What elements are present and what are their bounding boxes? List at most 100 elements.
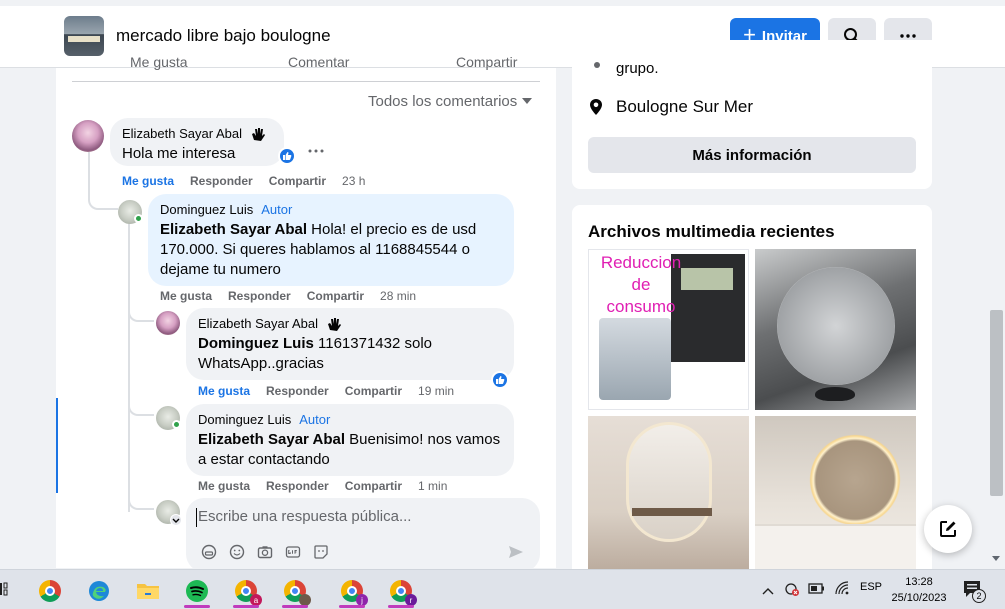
profile-switch-button[interactable] [170, 514, 182, 526]
like-reaction-badge[interactable] [278, 147, 296, 165]
comment-options-button[interactable] [308, 140, 324, 158]
avatar[interactable] [72, 120, 104, 152]
taskbar-chrome-profile-r[interactable]: r [386, 576, 417, 606]
camera-button[interactable] [256, 543, 274, 561]
like-reaction-badge[interactable] [491, 371, 509, 389]
taskbar-file-explorer[interactable] [133, 576, 163, 606]
comment-sort-dropdown[interactable]: Todos los comentarios [368, 93, 533, 110]
comment-time[interactable]: 23 h [342, 174, 365, 188]
reply-composer[interactable]: Escribe una respuesta pública... [186, 498, 540, 572]
comment-bubble: Elizabeth Sayar Abal Hola me interesa [110, 118, 284, 166]
more-dots-icon [900, 34, 916, 38]
bullet-dot [594, 62, 600, 68]
show-hidden-icons-button[interactable] [762, 582, 774, 600]
comment-author[interactable]: Elizabeth Sayar Abal [122, 126, 242, 142]
post-actions-row: Me gusta Comentar Compartir [72, 54, 540, 82]
thumbs-up-icon [283, 152, 292, 160]
reply-link[interactable]: Responder [266, 479, 329, 493]
battery-tray[interactable] [808, 581, 826, 600]
gif-icon [285, 546, 301, 558]
taskbar-edge[interactable] [84, 576, 114, 606]
share-link[interactable]: Compartir [307, 289, 364, 303]
chevron-up-icon [762, 588, 774, 595]
thread-connector [128, 300, 154, 322]
location-pin-icon [590, 99, 602, 115]
comment-text: Elizabeth Sayar Abal Hola! el precio es … [160, 220, 502, 280]
reply-link[interactable]: Responder [190, 174, 253, 188]
avatar-sticker-icon [201, 544, 217, 560]
comment-author[interactable]: Dominguez Luis [160, 202, 253, 218]
input-language[interactable]: ESP [860, 581, 882, 593]
comment-bubble: Dominguez Luis Autor Elizabeth Sayar Aba… [148, 194, 514, 286]
avatar[interactable] [156, 311, 180, 335]
share-link[interactable]: Compartir [345, 384, 402, 398]
comment-author-row: Dominguez Luis Autor [160, 202, 502, 218]
network-warning-tray[interactable] [784, 581, 800, 602]
recent-media-title[interactable]: Archivos multimedia recientes [588, 222, 835, 242]
media-tile[interactable] [755, 416, 916, 577]
media-tile[interactable]: Reduccion de consumo [588, 249, 749, 410]
scrollbar-thumb[interactable] [990, 310, 1003, 496]
media-tile[interactable] [755, 249, 916, 410]
active-app-indicator [339, 605, 365, 608]
media-tile-caption: Reduccion de consumo [600, 253, 682, 316]
comment-text: Elizabeth Sayar Abal Buenisimo! nos vamo… [198, 430, 502, 470]
taskbar-chrome[interactable] [35, 576, 65, 606]
thread-connector [88, 180, 118, 210]
group-name[interactable]: mercado libre bajo boulogne [116, 26, 331, 46]
arched-mirror-image [626, 422, 712, 542]
sticker-button[interactable] [312, 543, 330, 561]
like-link[interactable]: Me gusta [198, 384, 250, 398]
group-thumbnail[interactable] [64, 16, 104, 56]
like-link[interactable]: Me gusta [198, 479, 250, 493]
send-button[interactable] [508, 544, 524, 565]
active-app-indicator [233, 605, 259, 608]
media-tile[interactable] [588, 416, 749, 577]
page-scrollbar[interactable] [988, 68, 1005, 568]
author-tag: Autor [261, 202, 293, 217]
mention-link[interactable]: Elizabeth Sayar Abal [198, 431, 345, 448]
comment-text: Hola me interesa [122, 145, 236, 162]
wifi-tray[interactable] [834, 580, 850, 601]
scroll-down-arrow-icon[interactable] [992, 556, 1000, 561]
mention-link[interactable]: Dominguez Luis [198, 335, 314, 352]
share-link[interactable]: Compartir [269, 174, 326, 188]
taskbar-chrome-profile-j[interactable]: j [337, 576, 368, 606]
reply-input[interactable]: Escribe una respuesta pública... [198, 508, 411, 525]
taskbar-chrome-profile-photo[interactable] [280, 576, 311, 606]
notification-center-button[interactable]: 2 [962, 579, 986, 604]
taskbar-spotify[interactable] [182, 576, 212, 606]
top-strip [0, 0, 1005, 6]
comment-time[interactable]: 28 min [380, 289, 416, 303]
emoji-button[interactable] [228, 543, 246, 561]
share-link[interactable]: Compartir [345, 479, 402, 493]
reply-link[interactable]: Responder [266, 384, 329, 398]
avatar-sticker-button[interactable] [200, 543, 218, 561]
gif-button[interactable] [284, 543, 302, 561]
compose-icon [940, 521, 956, 537]
emoji-icon [229, 544, 245, 560]
like-action[interactable]: Me gusta [130, 54, 188, 70]
mention-link[interactable]: Elizabeth Sayar Abal [160, 221, 307, 238]
share-action[interactable]: Compartir [456, 54, 517, 70]
taskbar-chrome-profile-a[interactable]: a [231, 576, 262, 606]
task-view-icon[interactable] [0, 582, 8, 596]
comment-author[interactable]: Dominguez Luis [198, 412, 291, 428]
online-indicator [134, 214, 143, 223]
new-message-button[interactable] [924, 505, 972, 553]
comment-author[interactable]: Elizabeth Sayar Abal [198, 316, 318, 332]
caret-down-icon [522, 98, 533, 104]
comment-time[interactable]: 19 min [418, 384, 454, 398]
like-link[interactable]: Me gusta [160, 289, 212, 303]
battery-icon [808, 583, 824, 594]
like-link[interactable]: Me gusta [122, 174, 174, 188]
more-info-button[interactable]: Más información [588, 137, 916, 173]
reply-link[interactable]: Responder [228, 289, 291, 303]
focus-rail [56, 398, 58, 493]
system-clock[interactable]: 13:28 25/10/2023 [886, 574, 952, 606]
gas-meter-image [599, 318, 671, 400]
clock-date: 25/10/2023 [891, 592, 947, 604]
comment-action[interactable]: Comentar [288, 54, 349, 70]
thread-line [128, 222, 130, 512]
comment-time[interactable]: 1 min [418, 479, 447, 493]
